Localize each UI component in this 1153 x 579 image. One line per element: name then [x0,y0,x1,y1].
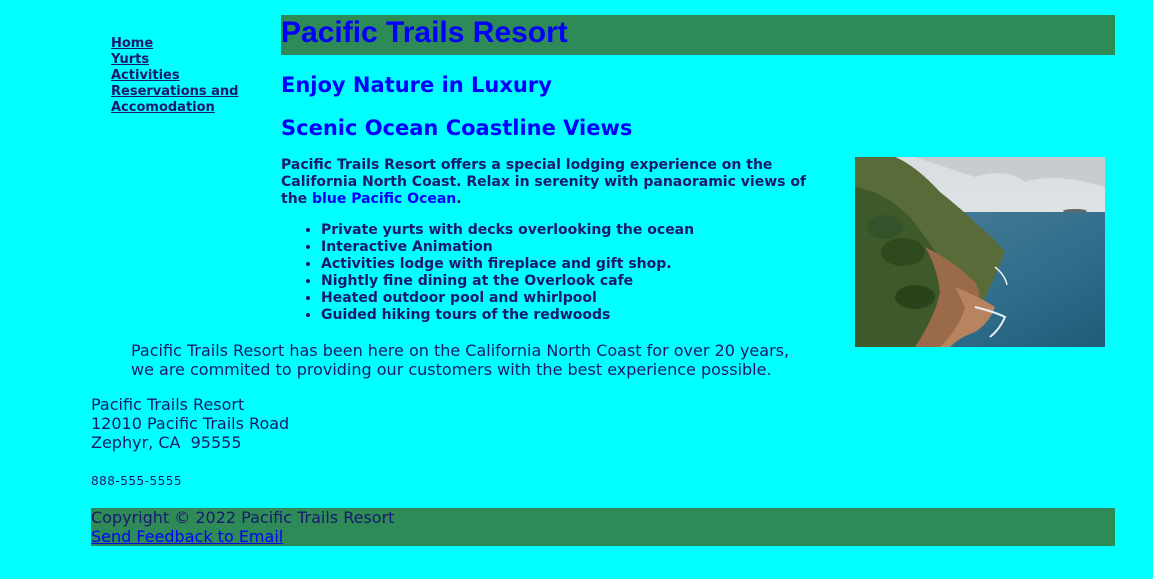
intro-paragraph: Pacific Trails Resort offers a special l… [281,157,836,208]
scenic-heading: Scenic Ocean Coastline Views [281,116,633,140]
feature-item: Interactive Animation [321,239,694,256]
tagline-heading: Enjoy Nature in Luxury [281,73,552,97]
copyright-text: Copyright © 2022 Pacific Trails Resort [91,508,395,527]
address-street: 12010 Pacific Trails Road [91,414,290,433]
address-block: Pacific Trails Resort 12010 Pacific Trai… [91,395,289,452]
history-paragraph: Pacific Trails Resort has been here on t… [131,341,790,379]
feature-item: Heated outdoor pool and whirlpool [321,290,694,307]
footer: Copyright © 2022 Pacific Trails Resort S… [91,508,1115,546]
nav-activities-link[interactable]: Activities [111,68,276,84]
nav-reservations-link[interactable]: Reservations and Accomodation [111,84,276,116]
intro-highlight: blue Pacific Ocean [312,191,457,207]
coastline-photo [855,157,1105,347]
feature-item: Activities lodge with fireplace and gift… [321,256,694,273]
address-city: Zephyr, CA 95555 [91,433,242,452]
feature-list: Private yurts with decks overlooking the… [281,222,694,324]
main-nav: Home Yurts Activities Reservations and A… [111,36,276,116]
feature-item: Nightly fine dining at the Overlook cafe [321,273,694,290]
nav-yurts-link[interactable]: Yurts [111,52,276,68]
phone-number: 888-555-5555 [91,474,183,488]
page: Home Yurts Activities Reservations and A… [0,0,1153,579]
nav-reservations-label-line2: Accomodation [111,100,215,115]
feature-item: Private yurts with decks overlooking the… [321,222,694,239]
nav-home-link[interactable]: Home [111,36,276,52]
feature-item: Guided hiking tours of the redwoods [321,307,694,324]
intro-text-end: . [456,191,462,207]
address-name: Pacific Trails Resort [91,395,245,414]
feedback-email-link[interactable]: Send Feedback to Email [91,527,283,546]
header-banner: Pacific Trails Resort [281,15,1115,55]
nav-reservations-label-line1: Reservations and [111,84,239,99]
site-title: Pacific Trails Resort [281,16,568,49]
